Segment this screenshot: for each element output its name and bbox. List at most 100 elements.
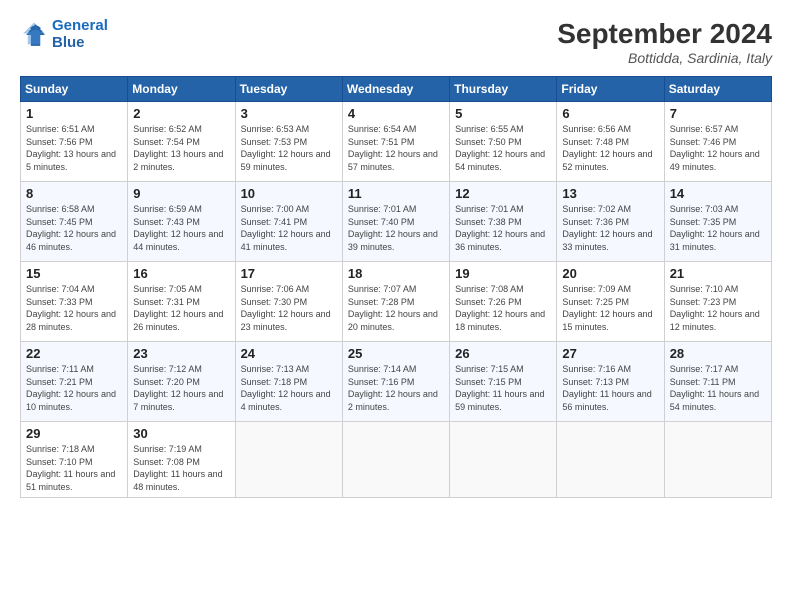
calendar-cell: 8 Sunrise: 6:58 AMSunset: 7:45 PMDayligh… bbox=[21, 182, 128, 262]
day-number: 5 bbox=[455, 106, 551, 121]
day-number: 2 bbox=[133, 106, 229, 121]
col-sunday: Sunday bbox=[21, 77, 128, 102]
calendar-cell: 5 Sunrise: 6:55 AMSunset: 7:50 PMDayligh… bbox=[450, 102, 557, 182]
calendar-cell: 17 Sunrise: 7:06 AMSunset: 7:30 PMDaylig… bbox=[235, 262, 342, 342]
day-number: 19 bbox=[455, 266, 551, 281]
calendar-cell: 6 Sunrise: 6:56 AMSunset: 7:48 PMDayligh… bbox=[557, 102, 664, 182]
logo: General Blue bbox=[20, 18, 108, 51]
calendar-cell: 15 Sunrise: 7:04 AMSunset: 7:33 PMDaylig… bbox=[21, 262, 128, 342]
day-info: Sunrise: 7:11 AMSunset: 7:21 PMDaylight:… bbox=[26, 364, 116, 412]
calendar-cell: 27 Sunrise: 7:16 AMSunset: 7:13 PMDaylig… bbox=[557, 342, 664, 422]
calendar-cell: 22 Sunrise: 7:11 AMSunset: 7:21 PMDaylig… bbox=[21, 342, 128, 422]
day-number: 21 bbox=[670, 266, 766, 281]
page-header: General Blue September 2024 Bottidda, Sa… bbox=[20, 18, 772, 66]
day-info: Sunrise: 7:09 AMSunset: 7:25 PMDaylight:… bbox=[562, 284, 652, 332]
day-number: 13 bbox=[562, 186, 658, 201]
day-info: Sunrise: 6:52 AMSunset: 7:54 PMDaylight:… bbox=[133, 124, 223, 172]
day-number: 25 bbox=[348, 346, 444, 361]
day-number: 8 bbox=[26, 186, 122, 201]
day-info: Sunrise: 7:17 AMSunset: 7:11 PMDaylight:… bbox=[670, 364, 759, 412]
day-info: Sunrise: 7:08 AMSunset: 7:26 PMDaylight:… bbox=[455, 284, 545, 332]
calendar-cell: 21 Sunrise: 7:10 AMSunset: 7:23 PMDaylig… bbox=[664, 262, 771, 342]
day-info: Sunrise: 7:02 AMSunset: 7:36 PMDaylight:… bbox=[562, 204, 652, 252]
day-number: 20 bbox=[562, 266, 658, 281]
day-number: 23 bbox=[133, 346, 229, 361]
day-number: 7 bbox=[670, 106, 766, 121]
calendar-cell bbox=[664, 422, 771, 498]
calendar-cell: 12 Sunrise: 7:01 AMSunset: 7:38 PMDaylig… bbox=[450, 182, 557, 262]
day-info: Sunrise: 7:00 AMSunset: 7:41 PMDaylight:… bbox=[241, 204, 331, 252]
day-info: Sunrise: 7:04 AMSunset: 7:33 PMDaylight:… bbox=[26, 284, 116, 332]
calendar-cell: 18 Sunrise: 7:07 AMSunset: 7:28 PMDaylig… bbox=[342, 262, 449, 342]
day-info: Sunrise: 7:18 AMSunset: 7:10 PMDaylight:… bbox=[26, 444, 115, 492]
day-number: 28 bbox=[670, 346, 766, 361]
calendar-cell: 14 Sunrise: 7:03 AMSunset: 7:35 PMDaylig… bbox=[664, 182, 771, 262]
day-number: 29 bbox=[26, 426, 122, 441]
calendar-cell: 19 Sunrise: 7:08 AMSunset: 7:26 PMDaylig… bbox=[450, 262, 557, 342]
day-number: 14 bbox=[670, 186, 766, 201]
day-info: Sunrise: 7:14 AMSunset: 7:16 PMDaylight:… bbox=[348, 364, 438, 412]
day-info: Sunrise: 6:53 AMSunset: 7:53 PMDaylight:… bbox=[241, 124, 331, 172]
day-number: 12 bbox=[455, 186, 551, 201]
logo-text: General Blue bbox=[52, 18, 108, 51]
day-number: 11 bbox=[348, 186, 444, 201]
location: Bottidda, Sardinia, Italy bbox=[557, 50, 772, 66]
month-title: September 2024 bbox=[557, 18, 772, 50]
day-info: Sunrise: 7:03 AMSunset: 7:35 PMDaylight:… bbox=[670, 204, 760, 252]
day-number: 15 bbox=[26, 266, 122, 281]
day-number: 17 bbox=[241, 266, 337, 281]
calendar-cell bbox=[342, 422, 449, 498]
day-info: Sunrise: 7:06 AMSunset: 7:30 PMDaylight:… bbox=[241, 284, 331, 332]
day-info: Sunrise: 6:55 AMSunset: 7:50 PMDaylight:… bbox=[455, 124, 545, 172]
day-number: 27 bbox=[562, 346, 658, 361]
day-info: Sunrise: 6:56 AMSunset: 7:48 PMDaylight:… bbox=[562, 124, 652, 172]
day-number: 9 bbox=[133, 186, 229, 201]
calendar-cell: 13 Sunrise: 7:02 AMSunset: 7:36 PMDaylig… bbox=[557, 182, 664, 262]
calendar-cell bbox=[557, 422, 664, 498]
col-saturday: Saturday bbox=[664, 77, 771, 102]
day-info: Sunrise: 7:19 AMSunset: 7:08 PMDaylight:… bbox=[133, 444, 222, 492]
day-info: Sunrise: 7:07 AMSunset: 7:28 PMDaylight:… bbox=[348, 284, 438, 332]
logo-icon bbox=[20, 21, 48, 49]
calendar-cell: 30 Sunrise: 7:19 AMSunset: 7:08 PMDaylig… bbox=[128, 422, 235, 498]
day-number: 18 bbox=[348, 266, 444, 281]
day-info: Sunrise: 6:54 AMSunset: 7:51 PMDaylight:… bbox=[348, 124, 438, 172]
calendar-header-row: Sunday Monday Tuesday Wednesday Thursday… bbox=[21, 77, 772, 102]
day-number: 1 bbox=[26, 106, 122, 121]
day-info: Sunrise: 6:57 AMSunset: 7:46 PMDaylight:… bbox=[670, 124, 760, 172]
day-info: Sunrise: 7:15 AMSunset: 7:15 PMDaylight:… bbox=[455, 364, 544, 412]
col-monday: Monday bbox=[128, 77, 235, 102]
day-info: Sunrise: 7:01 AMSunset: 7:40 PMDaylight:… bbox=[348, 204, 438, 252]
day-number: 4 bbox=[348, 106, 444, 121]
day-info: Sunrise: 7:10 AMSunset: 7:23 PMDaylight:… bbox=[670, 284, 760, 332]
calendar-cell: 29 Sunrise: 7:18 AMSunset: 7:10 PMDaylig… bbox=[21, 422, 128, 498]
day-info: Sunrise: 7:13 AMSunset: 7:18 PMDaylight:… bbox=[241, 364, 331, 412]
col-tuesday: Tuesday bbox=[235, 77, 342, 102]
col-wednesday: Wednesday bbox=[342, 77, 449, 102]
day-number: 16 bbox=[133, 266, 229, 281]
day-info: Sunrise: 6:58 AMSunset: 7:45 PMDaylight:… bbox=[26, 204, 116, 252]
day-info: Sunrise: 7:01 AMSunset: 7:38 PMDaylight:… bbox=[455, 204, 545, 252]
col-friday: Friday bbox=[557, 77, 664, 102]
day-number: 10 bbox=[241, 186, 337, 201]
calendar-cell bbox=[235, 422, 342, 498]
calendar-cell: 23 Sunrise: 7:12 AMSunset: 7:20 PMDaylig… bbox=[128, 342, 235, 422]
day-info: Sunrise: 6:59 AMSunset: 7:43 PMDaylight:… bbox=[133, 204, 223, 252]
calendar-cell: 20 Sunrise: 7:09 AMSunset: 7:25 PMDaylig… bbox=[557, 262, 664, 342]
calendar-cell: 4 Sunrise: 6:54 AMSunset: 7:51 PMDayligh… bbox=[342, 102, 449, 182]
calendar-cell: 28 Sunrise: 7:17 AMSunset: 7:11 PMDaylig… bbox=[664, 342, 771, 422]
calendar-cell: 3 Sunrise: 6:53 AMSunset: 7:53 PMDayligh… bbox=[235, 102, 342, 182]
day-info: Sunrise: 7:12 AMSunset: 7:20 PMDaylight:… bbox=[133, 364, 223, 412]
calendar-cell: 26 Sunrise: 7:15 AMSunset: 7:15 PMDaylig… bbox=[450, 342, 557, 422]
col-thursday: Thursday bbox=[450, 77, 557, 102]
day-number: 6 bbox=[562, 106, 658, 121]
calendar-cell: 2 Sunrise: 6:52 AMSunset: 7:54 PMDayligh… bbox=[128, 102, 235, 182]
calendar-cell: 11 Sunrise: 7:01 AMSunset: 7:40 PMDaylig… bbox=[342, 182, 449, 262]
day-info: Sunrise: 6:51 AMSunset: 7:56 PMDaylight:… bbox=[26, 124, 116, 172]
calendar-cell: 1 Sunrise: 6:51 AMSunset: 7:56 PMDayligh… bbox=[21, 102, 128, 182]
day-number: 30 bbox=[133, 426, 229, 441]
day-number: 22 bbox=[26, 346, 122, 361]
title-block: September 2024 Bottidda, Sardinia, Italy bbox=[557, 18, 772, 66]
calendar-cell: 10 Sunrise: 7:00 AMSunset: 7:41 PMDaylig… bbox=[235, 182, 342, 262]
calendar-cell: 25 Sunrise: 7:14 AMSunset: 7:16 PMDaylig… bbox=[342, 342, 449, 422]
